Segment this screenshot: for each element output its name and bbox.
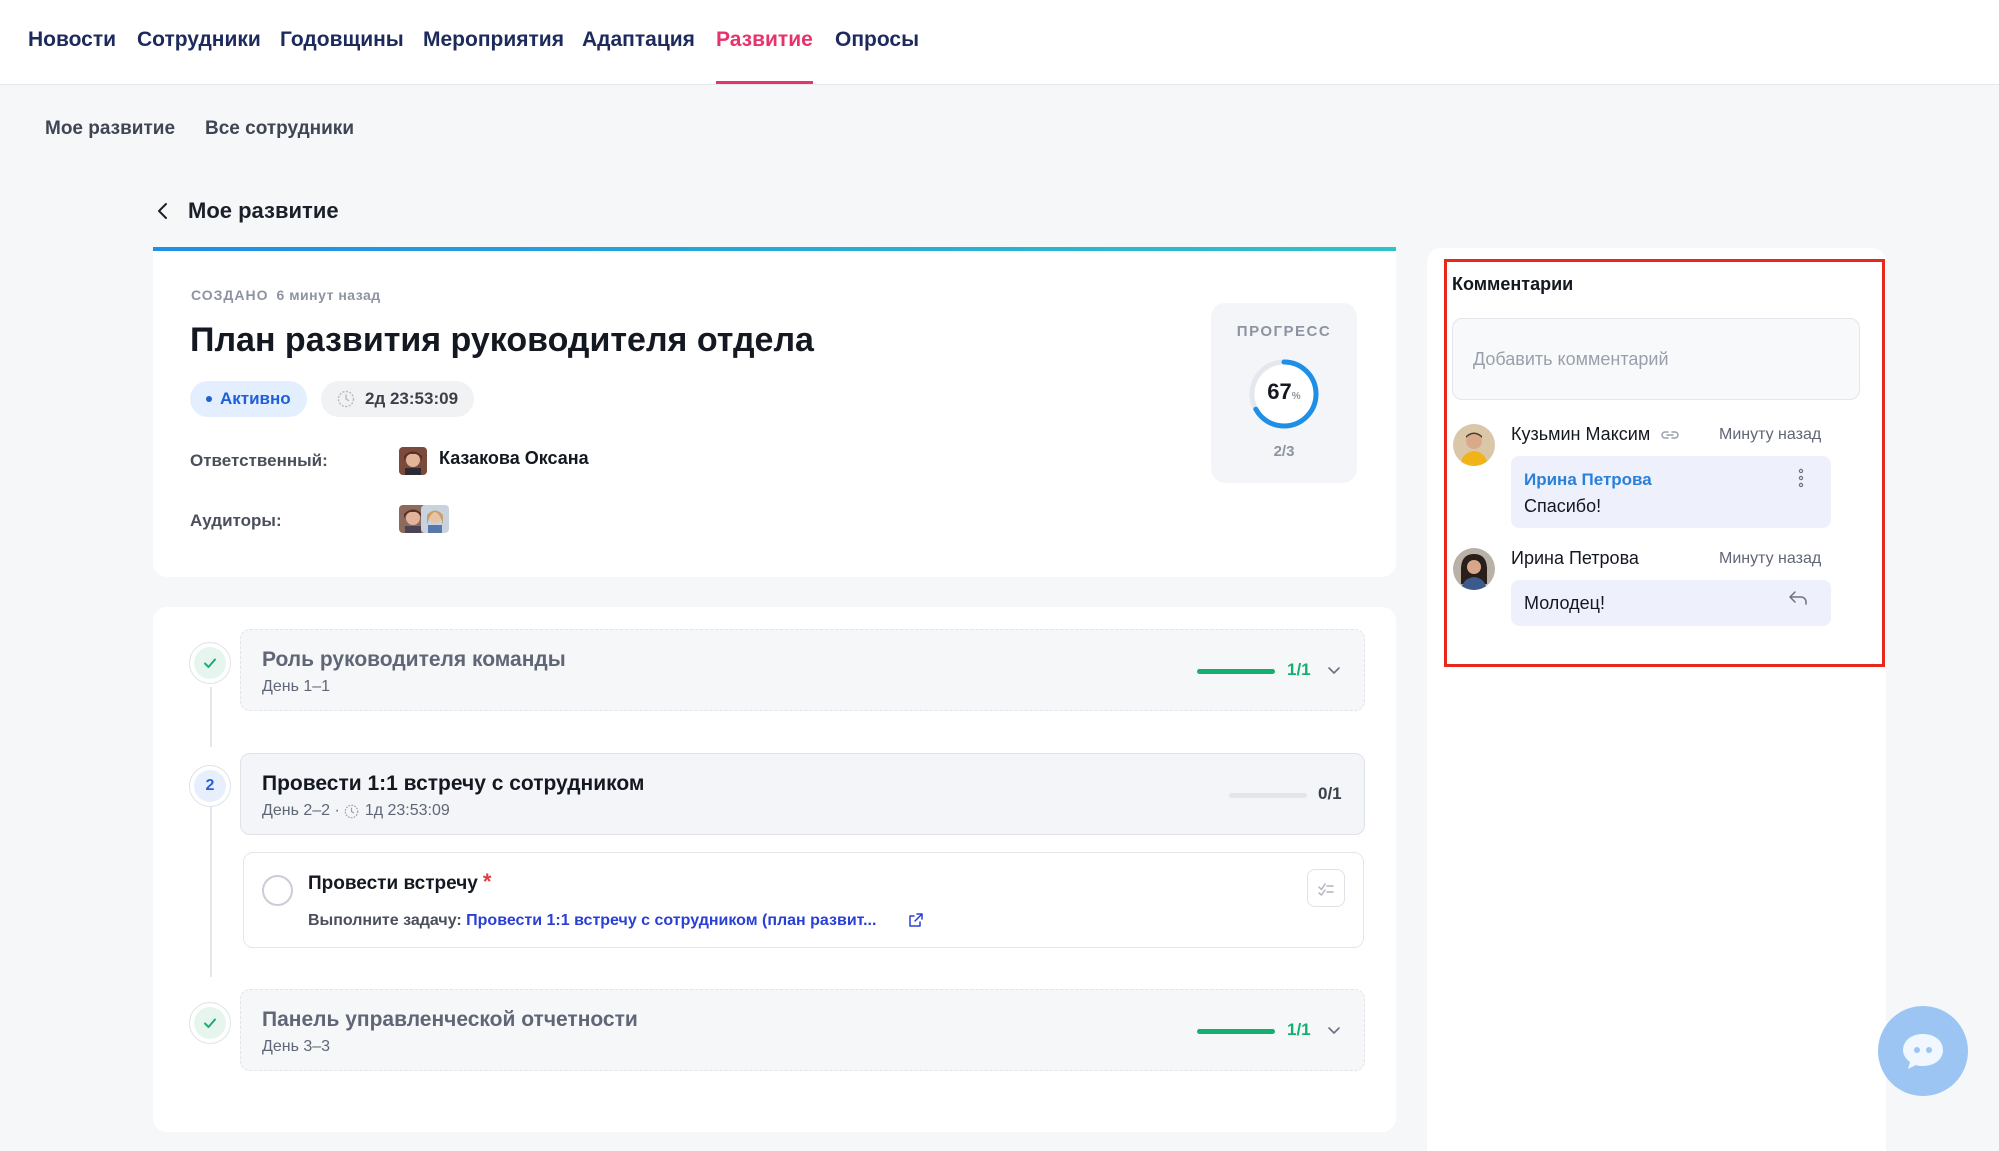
stage-day: День 2–2 · 1д 23:53:09 <box>262 802 450 819</box>
chat-button[interactable] <box>1878 1006 1968 1096</box>
task-item: Провести встречу * Выполните задачу: Пров… <box>243 852 1364 948</box>
stage-title: Роль руководителя команды <box>262 648 566 671</box>
comment-time: Минуту назад <box>1719 426 1822 443</box>
progress-count: 2/3 <box>1273 443 1295 460</box>
back-button[interactable]: Мое развитие <box>152 193 339 229</box>
responsible-avatar[interactable] <box>399 447 427 475</box>
auditors-label: Аудиторы: <box>190 511 282 530</box>
progress-percent: 67% <box>1267 379 1301 404</box>
plan-header-card: СОЗДАНО 6 минут назад План развития руков… <box>153 247 1396 577</box>
stage-status-done <box>189 1002 231 1044</box>
status-badge: Активно <box>190 381 307 417</box>
tab-employees[interactable]: Сотрудники <box>137 0 261 84</box>
created-label: СОЗДАНО <box>191 287 269 303</box>
stage-progress-bar <box>1197 1029 1275 1034</box>
checklist-icon <box>1318 883 1334 896</box>
plan-title: План развития руководителя отдела <box>190 321 814 359</box>
status-label: Активно <box>220 389 291 408</box>
timeline-line <box>210 687 212 747</box>
comment-mention[interactable]: Ирина Петрова <box>1524 470 1652 490</box>
task-desc-label: Выполните задачу: <box>308 912 462 929</box>
created-info: СОЗДАНО 6 минут назад <box>191 287 381 303</box>
top-navigation: Новости Сотрудники Годовщины Мероприятия… <box>0 0 1999 85</box>
external-link-icon[interactable] <box>908 912 924 928</box>
tab-events[interactable]: Мероприятия <box>423 0 564 84</box>
stage-title: Панель управленческой отчетности <box>262 1008 638 1031</box>
chat-icon <box>1903 1034 1943 1069</box>
comment-text: Спасибо! <box>1524 496 1602 516</box>
back-label: Мое развитие <box>188 198 339 223</box>
stage-number: 2 <box>194 770 226 802</box>
created-ago: 6 минут назад <box>276 287 381 303</box>
progress-label: ПРОГРЕСС <box>1236 323 1332 340</box>
progress-box: ПРОГРЕСС 67% 2/3 <box>1211 303 1357 483</box>
comment-bubble[interactable]: Ирина Петрова Спасибо! <box>1511 456 1831 528</box>
comment-input[interactable] <box>1467 335 1843 383</box>
clock-icon <box>337 390 355 408</box>
task-complete-radio[interactable] <box>262 875 293 906</box>
stage-day: День 1–1 <box>262 678 331 695</box>
comment-text: Молодец! <box>1524 593 1605 613</box>
tab-surveys[interactable]: Опросы <box>835 0 919 84</box>
check-icon <box>204 658 216 668</box>
responsible-name[interactable]: Казакова Оксана <box>439 448 589 469</box>
stage-status-done <box>189 642 231 684</box>
chevron-left-icon <box>158 203 167 219</box>
tab-development[interactable]: Развитие <box>716 0 813 84</box>
status-dot <box>206 396 212 402</box>
tab-anniversaries[interactable]: Годовщины <box>280 0 404 84</box>
comment-bubble[interactable]: Молодец! <box>1511 580 1831 626</box>
stage-progress-bar <box>1229 793 1307 798</box>
check-icon <box>204 1018 216 1028</box>
stage-count: 0/1 <box>1318 784 1342 803</box>
comment-avatar[interactable] <box>1453 424 1495 466</box>
stage-item-1[interactable]: Роль руководителя команды День 1–1 1/1 <box>240 629 1365 711</box>
task-title: Провести встречу * <box>308 869 492 894</box>
timer-value: 2д 23:53:09 <box>365 389 459 408</box>
stage-item-3[interactable]: Панель управленческой отчетности День 3–… <box>240 989 1365 1071</box>
timer-badge: 2д 23:53:09 <box>321 381 475 417</box>
tab-adaptation[interactable]: Адаптация <box>582 0 695 84</box>
comment-input-box <box>1452 318 1860 400</box>
stage-count: 1/1 <box>1287 1020 1311 1039</box>
comment-avatar[interactable] <box>1453 548 1495 590</box>
stage-item-2[interactable]: Провести 1:1 встречу с сотрудником День … <box>240 753 1365 835</box>
clock-icon <box>344 804 359 818</box>
task-link[interactable]: Провести 1:1 встречу с сотрудником (план… <box>466 912 876 929</box>
comments-title: Комментарии <box>1452 274 1574 294</box>
stage-status-current: 2 <box>189 765 231 807</box>
tab-news[interactable]: Новости <box>28 0 116 84</box>
subtab-all-employees[interactable]: Все сотрудники <box>205 118 354 140</box>
stage-progress-bar <box>1197 669 1275 674</box>
chevron-down-icon[interactable] <box>1326 662 1342 678</box>
stage-count: 1/1 <box>1287 660 1311 679</box>
more-vertical-icon[interactable] <box>1798 468 1804 488</box>
task-description: Выполните задачу: Провести 1:1 встречу с… <box>308 912 876 930</box>
link-icon <box>1661 431 1679 439</box>
stage-title: Провести 1:1 встречу с сотрудником <box>262 772 645 795</box>
stage-day: День 3–3 <box>262 1038 331 1055</box>
comment-author: Кузьмин Максим <box>1511 424 1681 445</box>
comment-time: Минуту назад <box>1719 550 1822 567</box>
chevron-down-icon[interactable] <box>1326 1022 1342 1038</box>
reply-icon[interactable] <box>1787 589 1809 607</box>
checklist-button[interactable] <box>1307 869 1345 907</box>
stages-card: Роль руководителя команды День 1–1 1/1 2… <box>153 607 1396 1132</box>
timeline-line <box>210 807 212 977</box>
comment-author: Ирина Петрова <box>1511 548 1639 568</box>
required-mark: * <box>482 869 492 894</box>
auditor-avatar-2[interactable] <box>421 505 449 533</box>
subtab-my-development[interactable]: Мое развитие <box>45 118 175 140</box>
responsible-label: Ответственный: <box>190 451 328 470</box>
